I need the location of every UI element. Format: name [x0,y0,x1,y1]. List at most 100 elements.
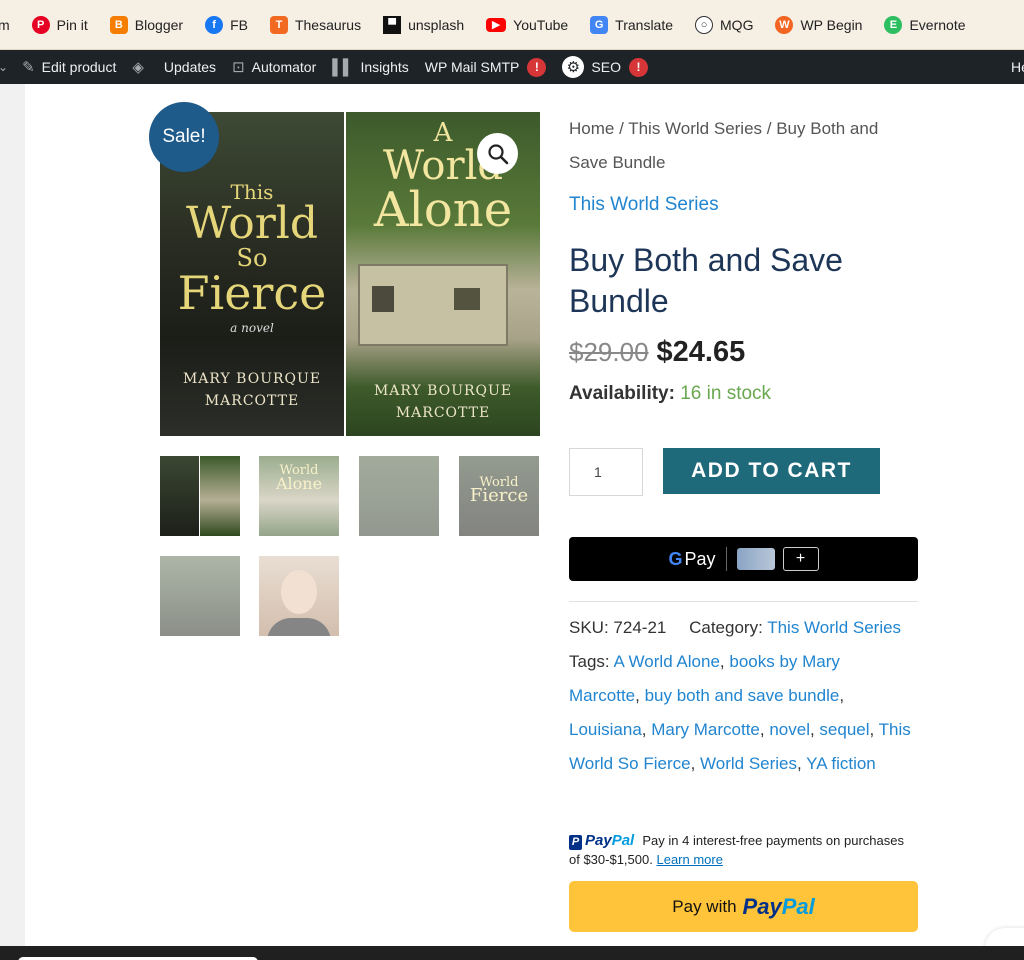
howdy-label: He [1011,59,1024,75]
thumb-title: World Fierce [459,476,539,506]
globe-icon: ○ [695,15,714,34]
cover-author: Mary Bourque Marcotte [346,380,540,424]
stock-status: 16 in stock [680,383,772,404]
availability: Availability: 16 in stock [569,383,771,405]
category-meta-link[interactable]: This World Series [767,618,901,637]
thumb-title-line: Fierce [469,485,529,506]
sku-label: SKU: [569,618,609,637]
bookmark-label: m [0,17,10,33]
gear-icon: ⚙ [562,56,585,78]
bookmark-label: Evernote [909,16,966,33]
cover-subtitle: a novel [230,321,274,335]
bar-chart-icon: ▌▌ [332,58,354,76]
add-to-cart-button[interactable]: ADD TO CART [663,448,880,494]
insights-label: Insights [360,59,409,75]
tag-link[interactable]: YA fiction [806,754,876,773]
trailer-illustration [358,264,508,346]
bookmark-label: Thesaurus [294,16,362,33]
bookmark-evernote[interactable]: E Evernote [884,15,966,34]
tag-link[interactable]: Mary Marcotte [651,720,760,739]
gallery-thumbnail[interactable]: World Alone [259,456,339,536]
seo-label: SEO [591,59,621,75]
tag-link[interactable]: World Series [700,754,797,773]
cover-title: This World So Fierce a novel [160,182,344,334]
cover-title-line: Alone [373,182,513,238]
wp-admin-bar: ⌄ ✎ Edit product ◈ Updates ⊡ Automator ▌… [0,50,1024,84]
insights-link[interactable]: ▌▌ Insights [332,59,409,76]
bookmark-label: Translate [615,16,674,33]
quantity-input[interactable] [569,448,643,496]
google-pay-button[interactable]: G Pay + [569,537,918,581]
wp-mail-smtp-label: WP Mail SMTP [424,59,520,75]
bookmark-blogger[interactable]: B Blogger [109,15,183,34]
paypal-logo-pal: Pal [611,832,635,849]
chevron-down-icon[interactable]: ⌄ [0,60,8,74]
breadcrumb: Home / This World Series / Buy Both and … [569,119,879,172]
bookmark-label: WP Begin [800,16,863,33]
tag-link[interactable]: novel [769,720,810,739]
tag-link[interactable]: Louisiana [569,720,642,739]
gallery-thumbnail[interactable] [160,556,240,636]
facebook-icon: f [205,15,224,34]
bookmark-mqg[interactable]: ○ MQG [695,15,753,34]
paypal-button[interactable]: Pay with PayPal [569,881,918,932]
gallery-thumbnail[interactable] [359,456,439,536]
thumb-title-line: Alone [275,474,323,493]
category-link[interactable]: This World Series [569,194,719,216]
bookmark-pin-it[interactable]: P Pin it [31,15,88,34]
bookmark-label: YouTube [513,16,569,33]
author-line: Mary Bourque [182,371,322,387]
bookmark-translate[interactable]: G Translate [590,15,674,34]
paypal-pay-later-message: P PayPal Pay in 4 interest-free payments … [569,831,914,869]
notification-badge: ! [527,57,547,77]
product-tags: Tags: A World Alone, books by Mary Marco… [569,652,911,773]
bookmark-wp-begin[interactable]: W WP Begin [775,15,863,34]
tag-link[interactable]: A World Alone [613,652,719,671]
sku-value: 724-21 [613,618,667,637]
bookmark-label: Pin it [56,16,88,33]
product-meta: SKU: 724-21 Category: This World Series [569,618,901,638]
bookmark-partial[interactable]: m [0,17,10,33]
updates-label: Updates [163,59,217,75]
robot-icon: ⊡ [232,59,245,76]
seo-link[interactable]: ⚙ SEO ! [562,56,648,78]
magnifier-icon [487,143,508,164]
zoom-button[interactable] [477,133,518,174]
howdy-link[interactable]: He [1011,59,1024,75]
paypal-logo-pay: Pay [742,893,782,919]
divider [569,601,918,602]
automator-link[interactable]: ⊡ Automator [232,58,316,76]
author-photo-shirt [267,618,331,636]
author-line: Marcotte [204,393,300,409]
blogger-icon: B [109,15,128,34]
bookmark-youtube[interactable]: ▶ YouTube [486,17,568,33]
tag-link[interactable]: sequel [819,720,869,739]
gallery-thumbnail[interactable] [160,456,240,536]
tags-label: Tags: [569,652,610,671]
gallery-thumbnail-author-photo[interactable] [259,556,339,636]
product-title: Buy Both and Save Bundle [569,242,843,319]
learn-more-link[interactable]: Learn more [656,852,722,867]
plus-icon: + [782,547,819,571]
author-line: Marcotte [395,405,491,421]
wp-mail-smtp-link[interactable]: WP Mail SMTP ! [424,57,547,77]
google-g-icon: G [668,548,683,569]
paypal-logo-pay: Pay [585,832,612,849]
credit-card-icon [736,548,775,570]
bookmark-fb[interactable]: f FB [205,15,248,34]
bookmark-label: FB [230,16,248,33]
bookmark-thesaurus[interactable]: T Thesaurus [269,15,362,34]
youtube-icon: ▶ [486,17,507,32]
evernote-icon: E [884,15,903,34]
gallery-thumbnail[interactable]: World Fierce [459,456,539,536]
gpay-text: Pay [684,548,716,569]
paypal-button-logo: PayPal [743,894,815,920]
category-label: Category: [689,618,763,637]
sale-badge: Sale! [149,102,219,172]
edit-product-link[interactable]: ✎ Edit product [22,58,116,76]
google-pay-label: G Pay [668,549,715,570]
tag-link[interactable]: buy both and save bundle [645,686,840,705]
bookmark-unsplash[interactable]: ▀ unsplash [383,15,464,34]
updates-link[interactable]: ◈ Updates [132,58,216,76]
translate-icon: G [590,15,609,34]
